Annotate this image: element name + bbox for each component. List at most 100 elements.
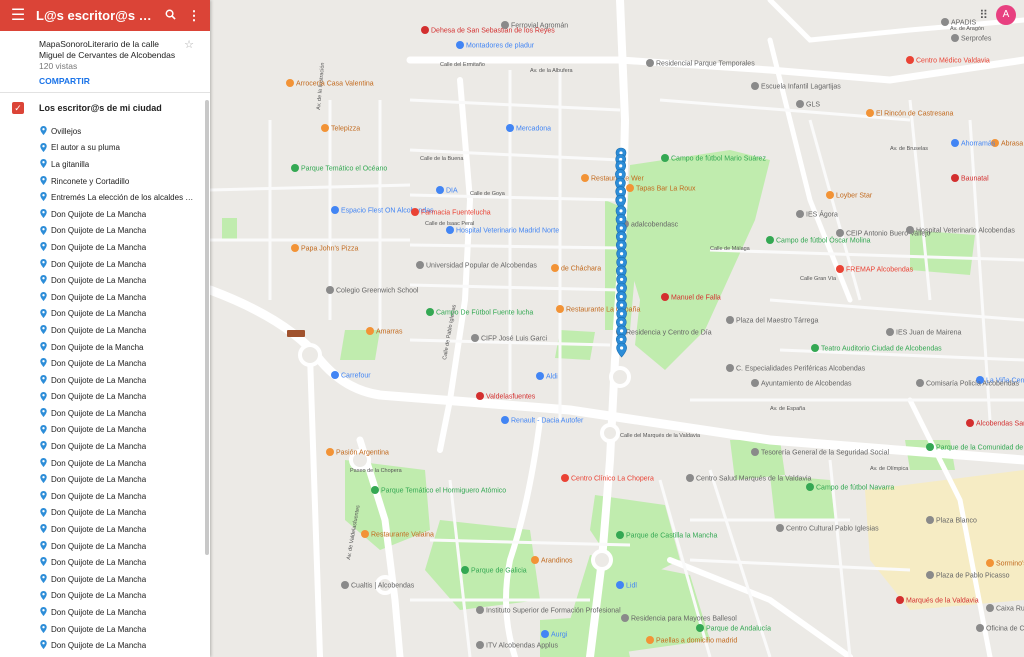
list-item[interactable]: Don Quijote de La Mancha [0,471,210,488]
place-name: Don Quijote de La Mancha [51,525,147,535]
more-vert-icon[interactable]: ⋮ [182,8,206,24]
map-description: MapaSonoroLiterario de la calle Miguel d… [39,39,176,60]
place-pin-icon [40,557,47,567]
place-pin-icon [40,640,47,650]
star-icon[interactable]: ☆ [184,38,194,51]
places-list: Ovillejos El autor a su pluma La gitanilla… [0,123,210,654]
list-item[interactable]: Don Quijote de La Mancha [0,571,210,588]
marker-layer [615,147,627,358]
place-name: Don Quijote de la Mancha [51,342,144,352]
list-item[interactable]: Don Quijote de La Mancha [0,621,210,638]
map-title: L@s escritor@s de mi c... [36,8,158,23]
place-name: Don Quijote de La Mancha [51,574,147,584]
place-pin-icon [40,408,47,418]
place-pin-icon [40,491,47,501]
place-name: Don Quijote de La Mancha [51,641,147,651]
list-item[interactable]: Don Quijote de La Mancha [0,637,210,654]
place-pin-icon [40,457,47,467]
place-pin-icon [40,159,47,169]
list-item[interactable]: Don Quijote de La Mancha [0,372,210,389]
scrollbar[interactable] [205,100,209,555]
place-name: Don Quijote de La Mancha [51,292,147,302]
list-item[interactable]: Don Quijote de La Mancha [0,355,210,372]
list-item[interactable]: Don Quijote de La Mancha [0,405,210,422]
map-canvas[interactable]: Av. de la Albufera Calle del Ermitaño Av… [210,0,1024,657]
place-pin-icon [40,607,47,617]
place-name: Don Quijote de La Mancha [51,558,147,568]
list-item[interactable]: Don Quijote de La Mancha [0,422,210,439]
place-name: Don Quijote de La Mancha [51,608,147,618]
list-item[interactable]: Don Quijote de La Mancha [0,322,210,339]
place-name: Don Quijote de La Mancha [51,508,147,518]
place-pin-icon [40,441,47,451]
list-item[interactable]: Don Quijote de La Mancha [0,272,210,289]
avatar[interactable]: A [996,5,1016,25]
place-pin-icon [40,225,47,235]
list-item[interactable]: Don Quijote de La Mancha [0,538,210,555]
place-pin-icon [40,524,47,534]
place-name: Don Quijote de La Mancha [51,242,147,252]
account-controls: ⠿ A [979,5,1016,25]
menu-icon[interactable]: ☰ [0,0,36,31]
list-item[interactable]: Don Quijote de La Mancha [0,306,210,323]
place-name: Don Quijote de La Mancha [51,591,147,601]
place-name: Don Quijote de La Mancha [51,624,147,634]
place-pin-icon [40,258,47,268]
list-item[interactable]: Don Quijote de La Mancha [0,239,210,256]
list-item[interactable]: Don Quijote de La Mancha [0,223,210,240]
place-name: Entremés La elección de los alcaldes de … [51,193,196,203]
layer-name: Los escritor@s de mi ciudad [39,103,162,113]
place-name: Don Quijote de La Mancha [51,309,147,319]
list-item[interactable]: Don Quijote de La Mancha [0,505,210,522]
list-item[interactable]: Don Quijote de La Mancha [0,488,210,505]
place-pin-icon [40,142,47,152]
share-button[interactable]: COMPARTIR [39,76,200,86]
place-pin-icon [40,391,47,401]
list-item[interactable]: El autor a su pluma [0,140,210,157]
place-pin-icon [40,507,47,517]
place-name: La gitanilla [51,159,90,169]
panel-header: ☰ L@s escritor@s de mi c... ⋮ [0,0,210,31]
place-name: Don Quijote de La Mancha [51,541,147,551]
place-pin-icon [40,308,47,318]
place-name: Don Quijote de La Mancha [51,226,147,236]
search-icon[interactable] [158,8,182,23]
place-name: Don Quijote de La Mancha [51,375,147,385]
apps-grid-icon[interactable]: ⠿ [979,8,988,22]
place-pin-icon [40,208,47,218]
place-pin-icon [40,126,47,135]
list-item[interactable]: Don Quijote de La Mancha [0,521,210,538]
place-name: Don Quijote de La Mancha [51,408,147,418]
layer-checkbox[interactable]: ✓ [12,102,24,114]
place-pin-icon [40,275,47,285]
list-item[interactable]: Don Quijote de La Mancha [0,289,210,306]
place-name: Don Quijote de La Mancha [51,442,147,452]
list-item[interactable]: Don Quijote de la Mancha [0,339,210,356]
list-item[interactable]: Don Quijote de La Mancha [0,554,210,571]
place-name: Don Quijote de La Mancha [51,425,147,435]
layer-row[interactable]: ✓ Los escritor@s de mi ciudad [0,93,210,123]
place-pin-icon [40,590,47,600]
list-item[interactable]: Entremés La elección de los alcaldes de … [0,189,210,206]
list-item[interactable]: Ovillejos [0,123,210,140]
list-item[interactable]: Don Quijote de La Mancha [0,389,210,406]
list-item[interactable]: Don Quijote de La Mancha [0,206,210,223]
place-pin-icon [40,574,47,584]
list-item[interactable]: Don Quijote de La Mancha [0,455,210,472]
list-item[interactable]: Don Quijote de La Mancha [0,588,210,605]
place-name: Rinconete y Cortadillo [51,176,130,186]
list-item[interactable]: Don Quijote de La Mancha [0,256,210,273]
place-name: Don Quijote de La Mancha [51,325,147,335]
place-name: El autor a su pluma [51,143,120,153]
list-item[interactable]: Rinconete y Cortadillo [0,173,210,190]
place-name: Don Quijote de La Mancha [51,475,147,485]
place-pin-icon [40,540,47,550]
place-pin-icon [40,325,47,335]
list-item[interactable]: Don Quijote de La Mancha [0,438,210,455]
list-item[interactable]: Don Quijote de La Mancha [0,604,210,621]
list-item[interactable]: La gitanilla [0,156,210,173]
place-name: Don Quijote de La Mancha [51,209,147,219]
map-marker[interactable] [616,342,627,358]
place-pin-icon [40,623,47,633]
place-name: Don Quijote de La Mancha [51,359,147,369]
